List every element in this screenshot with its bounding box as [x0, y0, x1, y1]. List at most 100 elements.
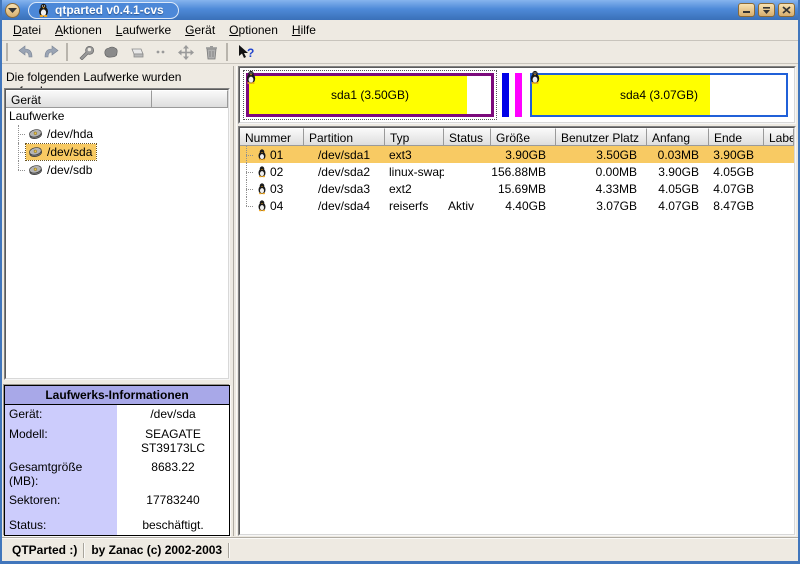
cell-status [444, 146, 491, 163]
cell-label [764, 197, 794, 214]
cell-nummer: 03 [270, 182, 283, 196]
tux-icon [257, 148, 267, 161]
splitter[interactable] [230, 66, 238, 536]
trash-icon [205, 45, 218, 60]
column-header-ende[interactable]: Ende [709, 128, 764, 146]
disk-icon [28, 146, 43, 158]
cell-typ: ext2 [385, 180, 444, 197]
resize-move-button[interactable] [174, 42, 198, 63]
info-label: Sektoren: [5, 487, 117, 511]
cell-label [764, 163, 794, 180]
info-row-geraet: Gerät: /dev/sda [5, 405, 229, 421]
partition-map: sda1 (3.50GB) sda4 (3.07GB) [238, 66, 796, 124]
table-row-sda4[interactable]: 04 /dev/sda4 reiserfs Aktiv 4.40GB 3.07G… [240, 197, 794, 214]
device-column-header[interactable]: Gerät [6, 90, 152, 108]
column-header-typ[interactable]: Typ [385, 128, 444, 146]
cell-benutzer-platz: 3.50GB [556, 146, 647, 163]
cell-anfang: 4.05GB [647, 180, 709, 197]
empty-column-header[interactable] [152, 90, 228, 108]
partition-table-header: Nummer Partition Typ Status Größe Benutz… [240, 128, 794, 146]
column-header-label[interactable]: Label [764, 128, 794, 146]
cell-nummer: 01 [270, 148, 283, 162]
chevron-down-icon [8, 7, 17, 13]
menu-hilfe[interactable]: Hilfe [285, 21, 323, 39]
disk-icon [28, 128, 43, 140]
menu-aktionen[interactable]: Aktionen [48, 21, 109, 39]
tree-item-dev-hda[interactable]: /dev/hda [6, 125, 228, 143]
cell-status: Aktiv [444, 197, 491, 214]
cell-status [444, 163, 491, 180]
partition-block-sda1[interactable]: sda1 (3.50GB) [244, 71, 496, 119]
right-panel: sda1 (3.50GB) sda4 (3.07GB) [238, 66, 796, 536]
toolbar-separator [66, 43, 71, 61]
whats-this-button[interactable]: ? [234, 42, 258, 63]
table-row-sda3[interactable]: 03 /dev/sda3 ext2 15.69MB 4.33MB 4.05GB … [240, 180, 794, 197]
delete-button[interactable] [199, 42, 223, 63]
cell-ende: 3.90GB [709, 146, 764, 163]
cell-ende: 4.05GB [709, 163, 764, 180]
column-header-groesse[interactable]: Größe [491, 128, 556, 146]
column-header-partition[interactable]: Partition [304, 128, 385, 146]
cell-partition: /dev/sda1 [304, 146, 385, 163]
cell-partition: /dev/sda3 [304, 180, 385, 197]
tux-icon [245, 70, 257, 84]
drive-info-title: Laufwerks-Informationen [5, 386, 229, 405]
column-header-status[interactable]: Status [444, 128, 491, 146]
cell-groesse: 15.69MB [491, 180, 556, 197]
partition-block-sda4[interactable]: sda4 (3.07GB) [528, 71, 790, 119]
column-header-nummer[interactable]: Nummer [240, 128, 304, 146]
disk-icon [28, 164, 43, 176]
cell-status [444, 180, 491, 197]
toolbar-grip[interactable] [6, 43, 11, 61]
info-row-status: Status: beschäftigt. [5, 512, 229, 535]
tree-item-dev-sdb[interactable]: /dev/sdb [6, 161, 228, 179]
column-header-anfang[interactable]: Anfang [647, 128, 709, 146]
tree-item-dev-sda[interactable]: /dev/sda [6, 143, 228, 161]
format-button[interactable] [99, 42, 123, 63]
move-icon [178, 45, 194, 60]
toolbar: ? [2, 41, 798, 64]
cell-nummer: 02 [270, 165, 283, 179]
cell-nummer: 04 [270, 199, 283, 213]
toolbar-separator [226, 43, 231, 61]
menu-optionen[interactable]: Optionen [222, 21, 285, 39]
ellipsis-button[interactable] [149, 42, 173, 63]
close-button[interactable] [778, 3, 795, 17]
column-header-benutzer-platz[interactable]: Benutzer Platz [556, 128, 647, 146]
minimize-icon [742, 6, 751, 14]
undo-icon [18, 45, 34, 59]
partition-label-sda1: sda1 (3.50GB) [249, 76, 491, 114]
app-icon [37, 3, 50, 17]
cell-anfang: 4.07GB [647, 197, 709, 214]
tree-root-laufwerke[interactable]: Laufwerke [6, 108, 228, 125]
table-row-sda2[interactable]: 02 /dev/sda2 linux-swap 156.88MB 0.00MB … [240, 163, 794, 180]
menu-laufwerke[interactable]: Laufwerke [109, 21, 178, 39]
menu-geraet[interactable]: Gerät [178, 21, 222, 39]
undo-button[interactable] [14, 42, 38, 63]
table-row-sda1[interactable]: 01 /dev/sda1 ext3 3.90GB 3.50GB 0.03MB 3… [240, 146, 794, 163]
cell-groesse: 156.88MB [491, 163, 556, 180]
info-label: Status: [5, 512, 117, 535]
partition-block-sda3[interactable] [515, 73, 522, 117]
menu-datei[interactable]: Datei [6, 21, 48, 39]
minimize-button[interactable] [738, 3, 755, 17]
qtparted-window: qtparted v0.4.1-cvs Datei Aktionen Laufw… [0, 0, 800, 564]
property-button[interactable] [74, 42, 98, 63]
info-row-modell: Modell: SEAGATE ST39173LC [5, 421, 229, 455]
cell-ende: 4.07GB [709, 180, 764, 197]
partition-block-sda2[interactable] [502, 73, 509, 117]
close-icon [782, 6, 791, 14]
maximize-button[interactable] [758, 3, 775, 17]
tree-item-label: /dev/hda [47, 127, 93, 141]
info-label: Gerät: [5, 405, 117, 421]
info-value: beschäftigt. [117, 512, 229, 535]
tree-branch [242, 197, 254, 214]
erase-button[interactable] [124, 42, 148, 63]
title-capsule: qtparted v0.4.1-cvs [28, 2, 179, 19]
window-menu-button[interactable] [5, 3, 20, 18]
info-value: SEAGATE ST39173LC [117, 421, 229, 455]
cell-partition: /dev/sda4 [304, 197, 385, 214]
statusbar-app-text: QTParted :) [6, 543, 83, 557]
cell-anfang: 3.90GB [647, 163, 709, 180]
redo-button[interactable] [39, 42, 63, 63]
